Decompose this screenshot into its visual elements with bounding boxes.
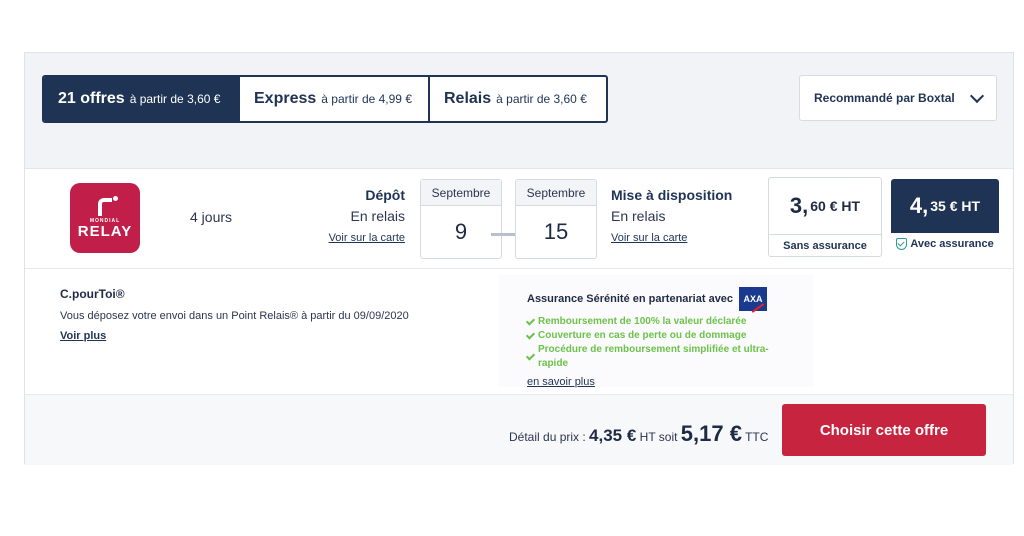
depot-mode: En relais: [350, 208, 405, 224]
price-ht: 4,35 €: [589, 426, 637, 445]
tab-label: Express: [254, 90, 317, 107]
insurance-title: Assurance Sérénité en partenariat avec: [527, 293, 734, 305]
tab-price: à partir de 3,60 €: [129, 92, 221, 106]
offer-card: MONDIAL RELAY 4 jours Dépôt En relais Vo…: [25, 168, 1013, 465]
date-month: Septembre: [421, 180, 501, 206]
offer-filter-tabs: 21 offres à partir de 3,60 € Express à p…: [42, 75, 608, 123]
benefit-text: Remboursement de 100% la valeur déclarée: [538, 316, 747, 327]
list-item: Remboursement de 100% la valeur déclarée: [525, 315, 785, 329]
dispo-block: Mise à disposition En relais Voir sur la…: [611, 187, 732, 244]
axa-logo: AXA: [739, 287, 768, 311]
delivery-duration: 4 jours: [190, 209, 233, 225]
price-option-label: Avec assurance: [910, 238, 994, 250]
offer-details-row: C.pourToi® Vous déposez votre envoi dans…: [25, 269, 1013, 395]
price-ttc-suffix: TTC: [745, 430, 769, 444]
price-ht-suffix: HT soit: [639, 430, 678, 444]
shield-check-icon: [896, 238, 908, 250]
see-more-link[interactable]: Voir plus: [60, 330, 409, 342]
sort-dropdown[interactable]: Recommandé par Boxtal: [799, 75, 997, 121]
offers-panel: 21 offres à partir de 3,60 € Express à p…: [24, 52, 1014, 465]
insurance-info: Assurance Sérénité en partenariat avec A…: [499, 275, 813, 388]
depot-map-link[interactable]: Voir sur la carte: [329, 232, 405, 244]
mondial-relay-logo: MONDIAL RELAY: [70, 183, 140, 253]
benefit-text: Procédure de remboursement simplifiée et…: [538, 344, 769, 369]
price-option-label: Sans assurance: [769, 234, 881, 258]
tab-relais[interactable]: Relais à partir de 3,60 €: [430, 77, 606, 121]
price-minor: 60 € HT: [810, 198, 861, 214]
dispo-map-link[interactable]: Voir sur la carte: [611, 232, 732, 244]
service-info: C.pourToi® Vous déposez votre envoi dans…: [60, 287, 409, 342]
offer-summary-row: MONDIAL RELAY 4 jours Dépôt En relais Vo…: [25, 169, 1013, 269]
check-icon: [525, 316, 536, 326]
insurance-benefits: Remboursement de 100% la valeur déclarée…: [525, 315, 785, 371]
insurance-learn-more-link[interactable]: en savoir plus: [527, 376, 785, 388]
price-option-without-insurance[interactable]: 3, 60 € HT Sans assurance: [768, 177, 882, 257]
date-month: Septembre: [516, 180, 596, 206]
price-detail-prefix: Détail du prix :: [509, 430, 586, 444]
tab-price: à partir de 3,60 €: [496, 92, 587, 106]
check-icon: [525, 351, 536, 361]
sort-label: Recommandé par Boxtal: [814, 91, 955, 105]
offer-footer-row: Détail du prix : 4,35 € HT soit 5,17 € T…: [25, 395, 1013, 465]
tab-express[interactable]: Express à partir de 4,99 €: [240, 77, 430, 121]
date-depot: Septembre 9: [420, 179, 502, 259]
tab-label: Relais: [444, 90, 492, 107]
price-major: 3,: [789, 193, 809, 218]
service-description: Vous déposez votre envoi dans un Point R…: [60, 310, 409, 322]
check-icon: [525, 330, 536, 340]
depot-block: Dépôt En relais Voir sur la carte: [329, 187, 405, 244]
service-title: C.pourToi®: [60, 287, 125, 301]
relay-mark-icon: [98, 195, 118, 216]
logo-text-main: RELAY: [77, 222, 133, 240]
choose-offer-button[interactable]: Choisir cette offre: [782, 404, 986, 456]
price-value: 4, 35 € HT: [891, 179, 999, 233]
price-minor: 35 € HT: [930, 198, 981, 214]
list-item: Couverture en cas de perte ou de dommage: [525, 329, 785, 343]
price-detail: Détail du prix : 4,35 € HT soit 5,17 € T…: [509, 421, 768, 447]
date-dispo: Septembre 15: [515, 179, 597, 259]
chevron-down-icon: [969, 88, 985, 103]
dispo-title: Mise à disposition: [611, 187, 733, 203]
tab-label: 21 offres: [58, 90, 125, 107]
price-option-with-insurance[interactable]: 4, 35 € HT Avec assurance: [891, 179, 999, 255]
insurance-title-row: Assurance Sérénité en partenariat avec A…: [527, 287, 785, 311]
benefit-text: Couverture en cas de perte ou de dommage: [538, 330, 747, 341]
price-major: 4,: [909, 193, 929, 218]
depot-title: Dépôt: [365, 187, 405, 203]
price-ttc: 5,17 €: [680, 421, 742, 446]
list-item: Procédure de remboursement simplifiée et…: [525, 343, 785, 371]
date-day: 15: [543, 219, 569, 244]
dispo-mode: En relais: [611, 208, 666, 224]
tab-all-offers[interactable]: 21 offres à partir de 3,60 €: [44, 77, 240, 121]
price-value: 3, 60 € HT: [769, 178, 881, 234]
tab-price: à partir de 4,99 €: [321, 92, 412, 106]
price-option-label-row: Avec assurance: [891, 233, 999, 255]
date-day: 9: [454, 219, 468, 244]
